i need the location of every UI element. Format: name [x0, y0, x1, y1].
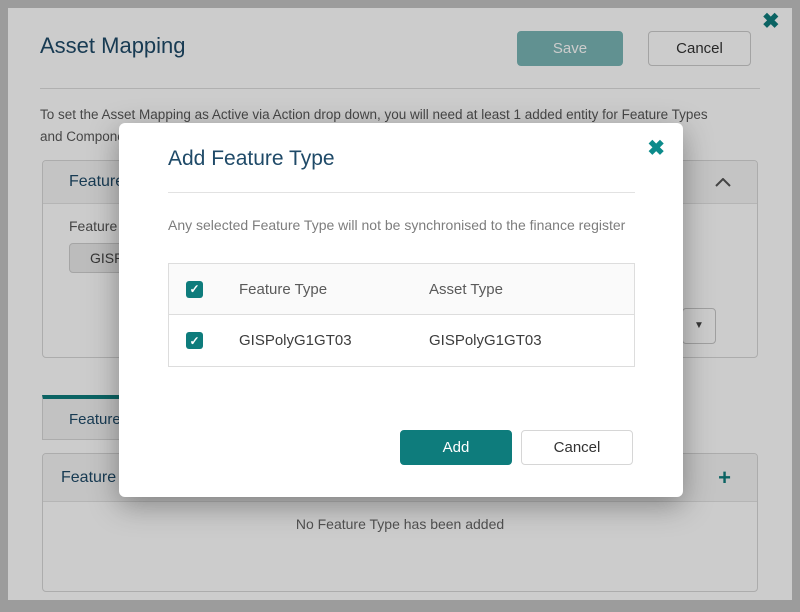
column-header-asset-type: Asset Type	[429, 281, 634, 298]
feature-type-table: ✓ Feature Type Asset Type ✓ GISPolyG1GT0…	[168, 263, 635, 367]
add-button[interactable]: Add	[400, 430, 512, 465]
modal-close-icon[interactable]: ✖	[647, 138, 665, 159]
asset-mapping-screen: Asset Mapping Save Cancel ✖ To set the A…	[0, 0, 800, 612]
select-all-checkbox[interactable]: ✓	[186, 281, 203, 298]
table-header-row: ✓ Feature Type Asset Type	[169, 264, 634, 315]
modal-divider	[168, 192, 635, 193]
header-checkbox-cell: ✓	[169, 281, 239, 298]
modal-description: Any selected Feature Type will not be sy…	[168, 217, 625, 233]
cell-feature-type: GISPolyG1GT03	[239, 332, 429, 349]
row-checkbox[interactable]: ✓	[186, 332, 203, 349]
add-feature-type-modal: Add Feature Type ✖ Any selected Feature …	[119, 123, 683, 497]
row-checkbox-cell: ✓	[169, 332, 239, 349]
cell-asset-type: GISPolyG1GT03	[429, 332, 634, 349]
table-row: ✓ GISPolyG1GT03 GISPolyG1GT03	[169, 315, 634, 366]
column-header-feature-type: Feature Type	[239, 281, 429, 298]
modal-cancel-button[interactable]: Cancel	[521, 430, 633, 465]
modal-title: Add Feature Type	[168, 147, 335, 171]
